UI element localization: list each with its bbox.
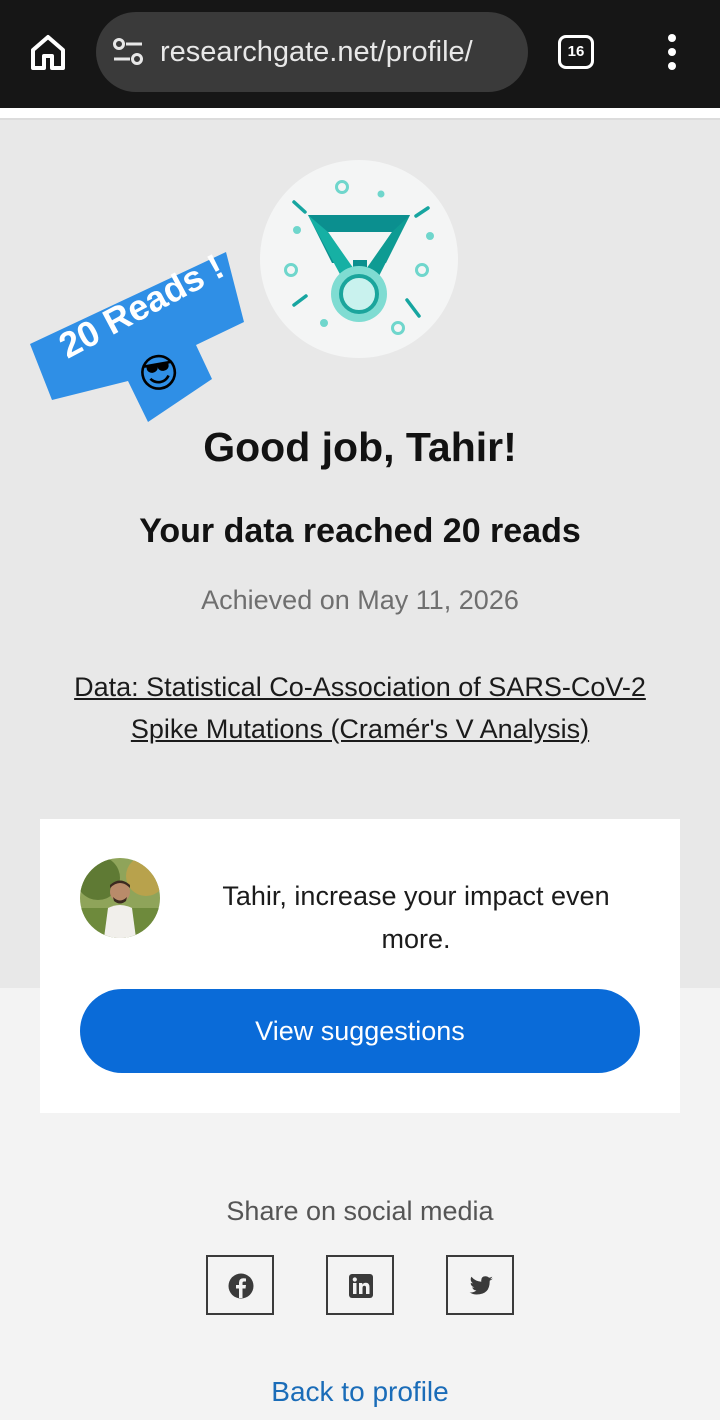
share-facebook-button[interactable] xyxy=(206,1255,274,1315)
subheadline: Your data reached 20 reads xyxy=(139,512,581,550)
twitter-icon xyxy=(469,1276,493,1295)
headline: Good job, Tahir! xyxy=(203,424,517,470)
share-label: Share on social media xyxy=(226,1196,494,1226)
tab-switcher-icon[interactable]: 16 xyxy=(558,35,594,69)
medal-badge xyxy=(260,160,458,358)
facebook-icon xyxy=(228,1273,254,1299)
medal-icon xyxy=(284,180,434,335)
linkedin-icon xyxy=(349,1274,373,1298)
avatar xyxy=(80,858,160,938)
address-bar[interactable]: researchgate.net/profile/ xyxy=(96,12,528,92)
tune-icon[interactable] xyxy=(112,37,144,67)
page-top-divider xyxy=(0,108,720,120)
view-suggestions-button[interactable]: View suggestions xyxy=(80,989,640,1073)
url-text[interactable]: researchgate.net/profile/ xyxy=(160,12,514,92)
browser-toolbar: researchgate.net/profile/ 16 xyxy=(0,0,720,108)
suggestion-card: Tahir, increase your impact even more. V… xyxy=(40,819,680,1113)
home-icon[interactable] xyxy=(28,32,68,72)
card-message: Tahir, increase your impact even more. xyxy=(222,881,610,954)
sunglasses-emoji: 😎 xyxy=(134,347,184,401)
share-linkedin-button[interactable] xyxy=(326,1255,394,1315)
achieved-date: Achieved on May 11, 2026 xyxy=(201,585,519,615)
back-to-profile-link[interactable]: Back to profile xyxy=(0,1376,720,1408)
publication-link[interactable]: Data: Statistical Co-Association of SARS… xyxy=(40,666,680,750)
more-vert-icon[interactable] xyxy=(662,32,682,72)
share-twitter-button[interactable] xyxy=(446,1255,514,1315)
